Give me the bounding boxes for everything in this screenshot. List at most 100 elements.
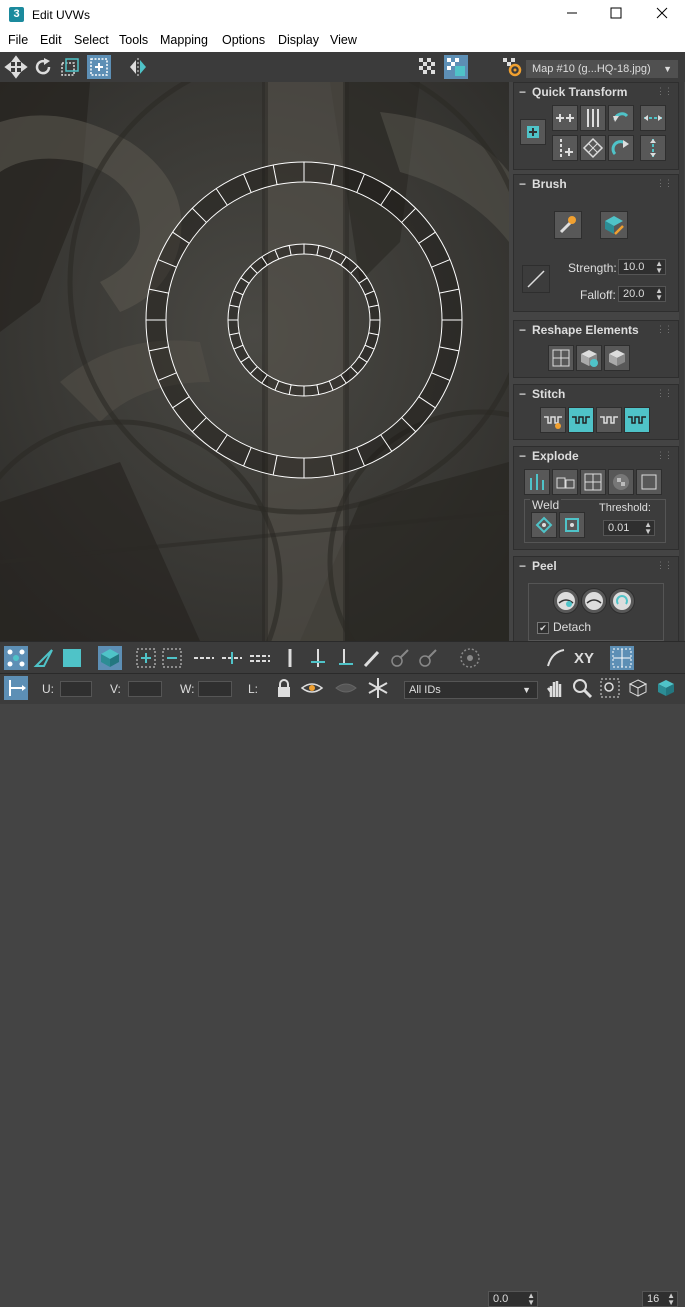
- ring-grow-button[interactable]: [248, 646, 272, 670]
- absolute-mode-button[interactable]: [4, 676, 28, 700]
- hide-selection-button[interactable]: [300, 676, 324, 700]
- pan-button[interactable]: [544, 676, 568, 700]
- spinner-arrows-icon[interactable]: ▲ ▼: [667, 1292, 675, 1307]
- checker-pattern-button[interactable]: [416, 55, 440, 79]
- collapse-icon[interactable]: −: [519, 559, 526, 573]
- menu-mapping[interactable]: Mapping: [160, 33, 208, 47]
- stitch-average-button[interactable]: [596, 407, 622, 433]
- freeze-button[interactable]: [366, 676, 390, 700]
- viewport-canvas[interactable]: [0, 82, 509, 641]
- break-button[interactable]: [524, 469, 550, 495]
- collapse-icon[interactable]: −: [519, 449, 526, 463]
- paint-shrink-button[interactable]: [416, 646, 440, 670]
- detach-edge-button[interactable]: [552, 469, 578, 495]
- relax-brush-button[interactable]: [600, 211, 628, 239]
- quick-peel-button[interactable]: [553, 588, 579, 614]
- paint-grow-button[interactable]: [388, 646, 412, 670]
- rollout-title-peel[interactable]: Peel: [532, 559, 557, 573]
- xy-toggle[interactable]: XY: [574, 650, 594, 667]
- rollout-title-quick-transform[interactable]: Quick Transform: [532, 85, 627, 99]
- grow-selection-button[interactable]: [134, 646, 158, 670]
- rotate-ccw-button[interactable]: [608, 105, 634, 131]
- stitch-to-source-button[interactable]: [568, 407, 594, 433]
- relax-until-flat-button[interactable]: [576, 345, 602, 371]
- scale-tool-button[interactable]: [58, 55, 82, 79]
- brush-falloff-button[interactable]: [522, 265, 550, 293]
- menu-file[interactable]: File: [8, 33, 28, 47]
- vertex-mode-button[interactable]: [4, 646, 28, 670]
- grid-snap-button[interactable]: [610, 646, 634, 670]
- flip-button[interactable]: [580, 135, 606, 161]
- grid-size-spinner[interactable]: 16 ▲ ▼: [642, 1291, 678, 1307]
- rotate-tool-button[interactable]: [31, 55, 55, 79]
- menu-view[interactable]: View: [330, 33, 357, 47]
- stitch-custom-button[interactable]: [540, 407, 566, 433]
- shrink-selection-button[interactable]: [160, 646, 184, 670]
- align-to-edge-button[interactable]: [552, 135, 578, 161]
- ring-shrink-button[interactable]: [278, 646, 302, 670]
- rotate-cw-button[interactable]: [608, 135, 634, 161]
- texture-settings-button[interactable]: [500, 55, 524, 79]
- freeform-tool-button[interactable]: [87, 55, 111, 79]
- align-vertical-button[interactable]: [580, 105, 606, 131]
- peel-mode-button[interactable]: [581, 588, 607, 614]
- polygon-mode-button[interactable]: [60, 646, 84, 670]
- stitch-to-target-button[interactable]: [624, 407, 650, 433]
- show-map-button[interactable]: [444, 55, 468, 79]
- collapse-icon[interactable]: −: [519, 85, 526, 99]
- rollout-title-brush[interactable]: Brush: [532, 177, 567, 191]
- rollout-title-stitch[interactable]: Stitch: [532, 387, 565, 401]
- uv-editor-viewport[interactable]: [0, 82, 509, 641]
- mirror-tool-button[interactable]: [126, 55, 150, 79]
- edge-ring-button[interactable]: [334, 646, 358, 670]
- material-id-dropdown[interactable]: All IDs ▼: [404, 681, 538, 699]
- flatten-by-smoothing-button[interactable]: [608, 469, 634, 495]
- zoom-extents-button[interactable]: [626, 676, 650, 700]
- spinner-arrows-icon[interactable]: ▲ ▼: [655, 260, 663, 275]
- menu-options[interactable]: Options: [222, 33, 265, 47]
- w-field[interactable]: [198, 681, 232, 697]
- rollout-title-reshape[interactable]: Reshape Elements: [532, 323, 639, 337]
- edge-loop-button[interactable]: [306, 646, 330, 670]
- weld-target-button[interactable]: [559, 512, 585, 538]
- element-mode-button[interactable]: [98, 646, 122, 670]
- align-horizontal-button[interactable]: [552, 105, 578, 131]
- loop-shrink-button[interactable]: [220, 646, 244, 670]
- angle-spinner[interactable]: 0.0 ▲ ▼: [488, 1291, 538, 1307]
- maximize-button[interactable]: [593, 0, 639, 30]
- space-horizontal-button[interactable]: [640, 105, 666, 131]
- minimize-button[interactable]: [549, 0, 595, 30]
- weld-selected-button[interactable]: [531, 512, 557, 538]
- panel-scrollbar[interactable]: [679, 82, 684, 641]
- u-field[interactable]: [60, 681, 92, 697]
- falloff-curve-button[interactable]: [544, 646, 568, 670]
- unhide-button[interactable]: [334, 676, 358, 700]
- move-tool-button[interactable]: [4, 55, 28, 79]
- menu-tools[interactable]: Tools: [119, 33, 148, 47]
- close-button[interactable]: [639, 0, 685, 30]
- collapse-icon[interactable]: −: [519, 177, 526, 191]
- soft-selection-button[interactable]: [458, 646, 482, 670]
- relax-button[interactable]: [604, 345, 630, 371]
- spinner-arrows-icon[interactable]: ▲ ▼: [527, 1292, 535, 1307]
- zoom-selected-button[interactable]: [654, 676, 678, 700]
- zoom-region-button[interactable]: [598, 676, 622, 700]
- texture-map-dropdown[interactable]: Map #10 (g...HQ-18.jpg) ▼: [526, 60, 678, 78]
- paint-move-button[interactable]: [554, 211, 582, 239]
- collapse-icon[interactable]: −: [519, 323, 526, 337]
- spinner-arrows-icon[interactable]: ▲ ▼: [644, 521, 652, 536]
- rollout-title-explode[interactable]: Explode: [532, 449, 579, 463]
- flatten-by-material-button[interactable]: [636, 469, 662, 495]
- menu-select[interactable]: Select: [74, 33, 109, 47]
- straighten-button[interactable]: [548, 345, 574, 371]
- spinner-arrows-icon[interactable]: ▲ ▼: [655, 287, 663, 302]
- detach-checkbox[interactable]: ✔: [537, 622, 549, 634]
- pivot-button[interactable]: [520, 119, 546, 145]
- menu-display[interactable]: Display: [278, 33, 319, 47]
- space-vertical-button[interactable]: [640, 135, 666, 161]
- reset-peel-button[interactable]: [609, 588, 635, 614]
- loop-grow-button[interactable]: [192, 646, 216, 670]
- threshold-spinner[interactable]: 0.01 ▲ ▼: [603, 520, 655, 536]
- zoom-button[interactable]: [570, 676, 594, 700]
- falloff-spinner[interactable]: 20.0 ▲ ▼: [618, 286, 666, 302]
